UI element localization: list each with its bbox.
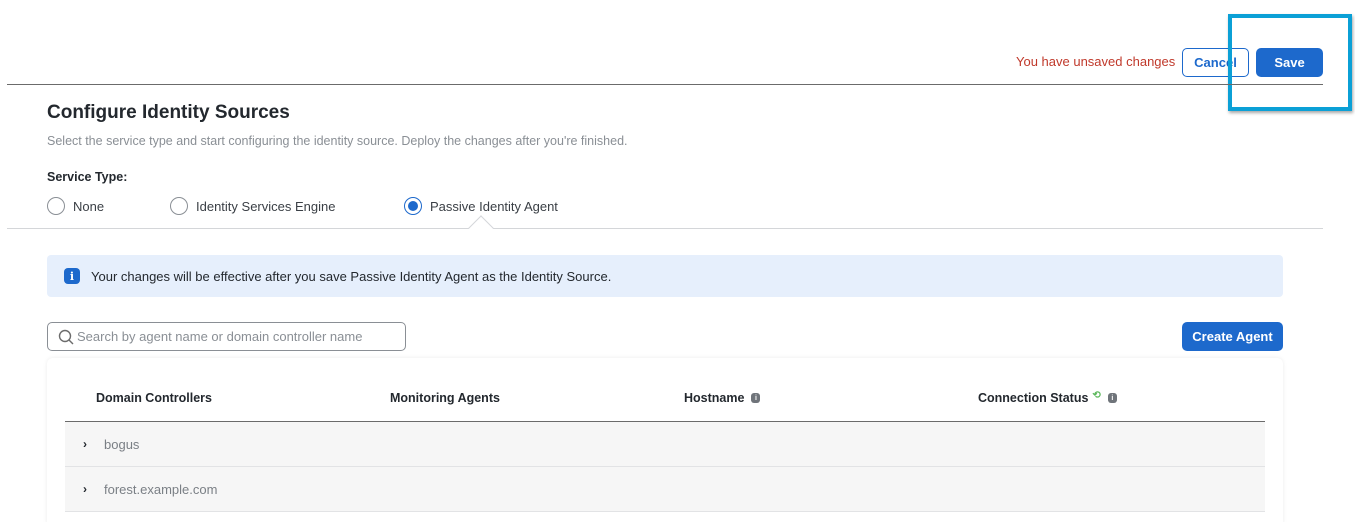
header-divider xyxy=(7,84,1323,85)
table-row[interactable]: › forest.example.com xyxy=(65,467,1265,512)
domain-controller-name: bogus xyxy=(104,436,140,452)
page-title: Configure Identity Sources xyxy=(47,102,290,123)
service-type-divider xyxy=(7,228,1323,229)
column-label: Connection Status xyxy=(978,391,1089,405)
refresh-icon[interactable]: ⟲ xyxy=(1092,390,1100,401)
header-bar: You have unsaved changes Cancel Save xyxy=(0,0,1355,111)
create-agent-button[interactable]: Create Agent xyxy=(1182,322,1283,351)
agents-table-card: Domain Controllers Monitoring Agents Hos… xyxy=(47,358,1283,522)
radio-ise-circle[interactable] xyxy=(170,197,188,215)
info-icon: i xyxy=(64,268,80,284)
radio-identity-services-engine[interactable]: Identity Services Engine xyxy=(170,197,335,215)
hostname-info-icon[interactable]: i xyxy=(751,393,761,403)
unsaved-changes-message: You have unsaved changes xyxy=(1016,54,1176,69)
info-banner: i Your changes will be effective after y… xyxy=(47,255,1283,297)
table-row[interactable]: › bogus xyxy=(65,422,1265,467)
connection-status-info-icon[interactable]: i xyxy=(1107,393,1117,403)
search-box[interactable] xyxy=(47,322,406,351)
radio-pia-circle[interactable] xyxy=(404,197,422,215)
table-header: Domain Controllers Monitoring Agents Hos… xyxy=(65,378,1265,422)
column-label: Domain Controllers xyxy=(96,391,212,405)
save-button[interactable]: Save xyxy=(1256,48,1323,77)
radio-ise-label: Identity Services Engine xyxy=(196,198,336,214)
search-input[interactable] xyxy=(77,329,377,344)
column-header-monitoring-agents: Monitoring Agents xyxy=(390,391,500,405)
radio-passive-identity-agent[interactable]: Passive Identity Agent xyxy=(404,197,558,215)
agents-table: Domain Controllers Monitoring Agents Hos… xyxy=(65,378,1265,512)
radio-none-label: None xyxy=(73,198,105,214)
chevron-right-icon[interactable]: › xyxy=(83,437,87,451)
selected-tab-pointer xyxy=(468,215,494,241)
info-banner-message: Your changes will be effective after you… xyxy=(91,268,612,284)
service-type-label: Service Type: xyxy=(47,170,128,184)
column-label: Hostname xyxy=(684,391,745,405)
radio-none[interactable]: None xyxy=(47,197,104,215)
configure-identity-sources-page: You have unsaved changes Cancel Save Con… xyxy=(0,0,1355,522)
page-subtitle: Select the service type and start config… xyxy=(47,134,628,148)
column-label: Monitoring Agents xyxy=(390,391,500,405)
domain-controller-name: forest.example.com xyxy=(104,481,218,497)
search-icon xyxy=(58,329,74,344)
column-header-domain-controllers: Domain Controllers xyxy=(96,391,212,405)
chevron-right-icon[interactable]: › xyxy=(83,482,87,496)
cancel-button[interactable]: Cancel xyxy=(1182,48,1249,77)
column-header-hostname: Hostname i xyxy=(684,391,761,405)
radio-pia-label: Passive Identity Agent xyxy=(430,198,558,214)
column-header-connection-status: Connection Status ⟲ i xyxy=(978,390,1117,405)
radio-none-circle[interactable] xyxy=(47,197,65,215)
